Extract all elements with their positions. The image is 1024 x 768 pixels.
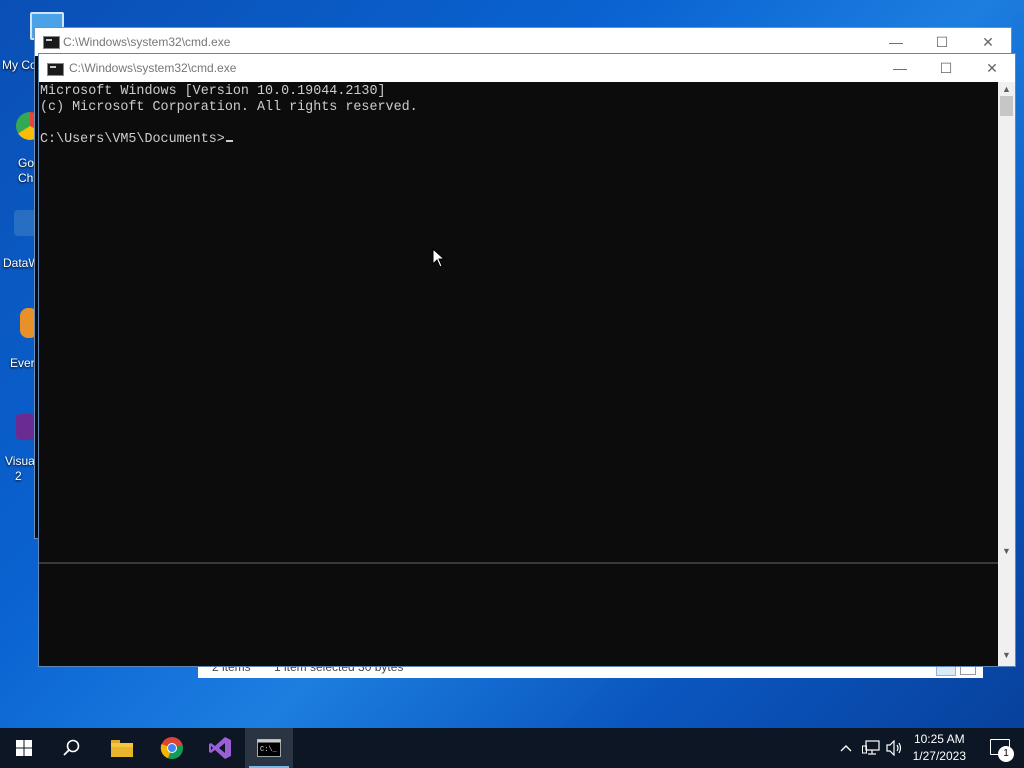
system-tray bbox=[836, 728, 916, 768]
clock-date: 1/27/2023 bbox=[912, 749, 966, 763]
taskbar-file-explorer[interactable] bbox=[98, 728, 146, 768]
svg-text:C:\_: C:\_ bbox=[260, 746, 278, 754]
console-line: Microsoft Windows [Version 10.0.19044.21… bbox=[40, 84, 386, 99]
taskbar-clock[interactable]: 10:25 AM 1/27/2023 bbox=[913, 731, 966, 765]
taskbar-command-prompt[interactable]: C:\_ bbox=[245, 728, 293, 768]
scroll-thumb[interactable] bbox=[1000, 96, 1013, 116]
maximize-button[interactable]: ☐ bbox=[919, 28, 965, 56]
network-icon[interactable] bbox=[862, 740, 880, 756]
chevron-up-icon[interactable] bbox=[840, 744, 852, 752]
minimize-button[interactable]: — bbox=[873, 28, 919, 56]
scroll-down-arrow-icon[interactable]: ▼ bbox=[998, 546, 1015, 556]
visual-studio-icon bbox=[209, 737, 231, 759]
maximize-button[interactable]: ☐ bbox=[923, 54, 969, 82]
cmd-icon bbox=[47, 63, 64, 76]
window-title: C:\Windows\system32\cmd.exe bbox=[63, 35, 231, 49]
close-button[interactable]: ✕ bbox=[969, 54, 1015, 82]
chrome-icon bbox=[160, 737, 183, 760]
cmd-icon: C:\_ bbox=[257, 739, 281, 757]
close-button[interactable]: ✕ bbox=[965, 28, 1011, 56]
visual-studio-icon bbox=[16, 414, 36, 440]
mouse-pointer-icon bbox=[432, 248, 446, 268]
windows-logo-icon bbox=[16, 740, 32, 756]
taskbar-visual-studio[interactable] bbox=[196, 728, 244, 768]
console-prompt: C:\Users\VM5\Documents> bbox=[40, 132, 233, 148]
console-line: (c) Microsoft Corporation. All rights re… bbox=[40, 100, 418, 115]
split-divider[interactable] bbox=[39, 562, 998, 564]
window-title: C:\Windows\system32\cmd.exe bbox=[69, 61, 237, 75]
scroll-down-arrow-icon[interactable]: ▼ bbox=[998, 650, 1015, 660]
titlebar[interactable]: C:\Windows\system32\cmd.exe — ☐ ✕ bbox=[39, 54, 1015, 82]
start-button[interactable] bbox=[0, 728, 48, 768]
cmd-icon bbox=[43, 36, 60, 49]
minimize-button[interactable]: — bbox=[877, 54, 923, 82]
prompt-text: C:\Users\VM5\Documents> bbox=[40, 132, 225, 147]
app-icon bbox=[14, 210, 36, 236]
cmd-window[interactable]: C:\Windows\system32\cmd.exe — ☐ ✕ Micros… bbox=[38, 53, 1016, 667]
taskbar: C:\_ 10:25 AM 1/27/2023 1 bbox=[0, 728, 1024, 768]
notification-badge: 1 bbox=[998, 746, 1014, 762]
clock-time: 10:25 AM bbox=[913, 732, 965, 746]
search-button[interactable] bbox=[48, 728, 96, 768]
text-cursor bbox=[225, 140, 233, 142]
titlebar[interactable]: C:\Windows\system32\cmd.exe — ☐ ✕ bbox=[35, 28, 1011, 56]
volume-icon[interactable] bbox=[886, 740, 904, 756]
folder-icon bbox=[111, 740, 133, 757]
taskbar-chrome[interactable] bbox=[148, 728, 196, 768]
console-output[interactable]: Microsoft Windows [Version 10.0.19044.21… bbox=[39, 82, 998, 666]
search-icon bbox=[63, 739, 80, 756]
vertical-scrollbar[interactable]: ▲ ▼ ▼ bbox=[998, 82, 1015, 666]
scroll-up-arrow-icon[interactable]: ▲ bbox=[998, 84, 1015, 94]
